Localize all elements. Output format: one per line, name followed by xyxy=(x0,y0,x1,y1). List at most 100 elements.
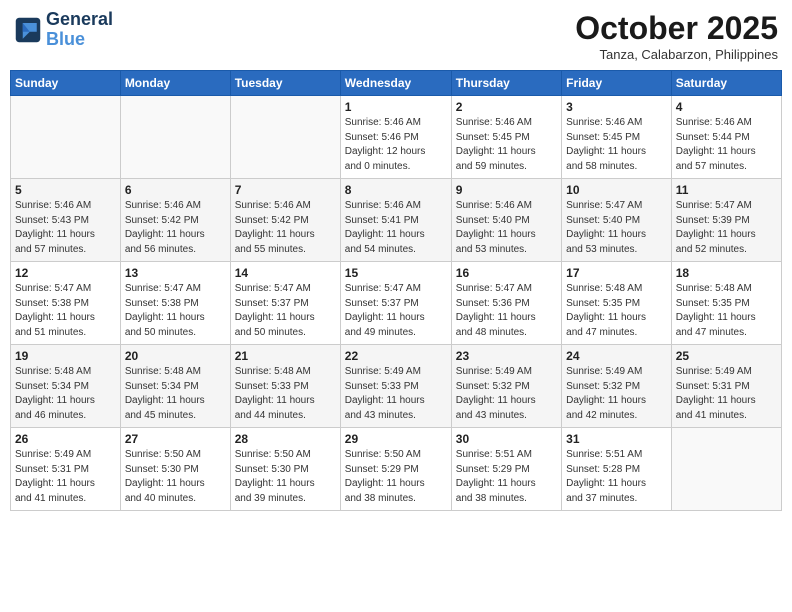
calendar-cell xyxy=(11,96,121,179)
day-number: 15 xyxy=(345,266,447,280)
day-number: 17 xyxy=(566,266,667,280)
day-info: Sunrise: 5:47 AMSunset: 5:37 PMDaylight:… xyxy=(345,282,447,340)
day-info: Sunrise: 5:50 AMSunset: 5:30 PMDaylight:… xyxy=(125,448,226,506)
weekday-header-wednesday: Wednesday xyxy=(340,71,451,96)
day-info: Sunrise: 5:46 AMSunset: 5:45 PMDaylight:… xyxy=(456,116,557,174)
calendar-cell: 13 Sunrise: 5:47 AMSunset: 5:38 PMDayligh… xyxy=(120,262,230,345)
day-info: Sunrise: 5:48 AMSunset: 5:33 PMDaylight:… xyxy=(235,365,336,423)
location: Tanza, Calabarzon, Philippines xyxy=(575,47,778,62)
calendar-cell: 27 Sunrise: 5:50 AMSunset: 5:30 PMDayligh… xyxy=(120,428,230,511)
calendar-cell: 22 Sunrise: 5:49 AMSunset: 5:33 PMDayligh… xyxy=(340,345,451,428)
calendar-cell: 9 Sunrise: 5:46 AMSunset: 5:40 PMDaylight… xyxy=(451,179,561,262)
day-info: Sunrise: 5:51 AMSunset: 5:29 PMDaylight:… xyxy=(456,448,557,506)
day-number: 25 xyxy=(676,349,777,363)
day-number: 1 xyxy=(345,100,447,114)
calendar-cell: 19 Sunrise: 5:48 AMSunset: 5:34 PMDayligh… xyxy=(11,345,121,428)
day-info: Sunrise: 5:46 AMSunset: 5:41 PMDaylight:… xyxy=(345,199,447,257)
logo: General Blue xyxy=(14,10,113,50)
calendar-cell: 30 Sunrise: 5:51 AMSunset: 5:29 PMDayligh… xyxy=(451,428,561,511)
calendar-cell: 26 Sunrise: 5:49 AMSunset: 5:31 PMDayligh… xyxy=(11,428,121,511)
weekday-header-friday: Friday xyxy=(562,71,672,96)
day-info: Sunrise: 5:46 AMSunset: 5:42 PMDaylight:… xyxy=(235,199,336,257)
week-row-3: 12 Sunrise: 5:47 AMSunset: 5:38 PMDayligh… xyxy=(11,262,782,345)
day-info: Sunrise: 5:49 AMSunset: 5:32 PMDaylight:… xyxy=(566,365,667,423)
calendar-cell: 18Sunrise: 5:48 AMSunset: 5:35 PMDayligh… xyxy=(671,262,781,345)
calendar-cell: 5Sunrise: 5:46 AMSunset: 5:43 PMDaylight… xyxy=(11,179,121,262)
calendar-cell: 20 Sunrise: 5:48 AMSunset: 5:34 PMDayligh… xyxy=(120,345,230,428)
day-number: 28 xyxy=(235,432,336,446)
day-number: 4 xyxy=(676,100,777,114)
calendar-cell: 12 Sunrise: 5:47 AMSunset: 5:38 PMDayligh… xyxy=(11,262,121,345)
calendar-cell xyxy=(671,428,781,511)
calendar-cell: 28 Sunrise: 5:50 AMSunset: 5:30 PMDayligh… xyxy=(230,428,340,511)
day-info: Sunrise: 5:49 AMSunset: 5:33 PMDaylight:… xyxy=(345,365,447,423)
weekday-header-thursday: Thursday xyxy=(451,71,561,96)
calendar-cell: 1 Sunrise: 5:46 AMSunset: 5:46 PMDaylight… xyxy=(340,96,451,179)
day-number: 27 xyxy=(125,432,226,446)
day-info: Sunrise: 5:51 AMSunset: 5:28 PMDaylight:… xyxy=(566,448,667,506)
day-info: Sunrise: 5:47 AMSunset: 5:36 PMDaylight:… xyxy=(456,282,557,340)
day-number: 26 xyxy=(15,432,116,446)
calendar-cell: 3 Sunrise: 5:46 AMSunset: 5:45 PMDaylight… xyxy=(562,96,672,179)
calendar-cell: 29 Sunrise: 5:50 AMSunset: 5:29 PMDayligh… xyxy=(340,428,451,511)
day-number: 7 xyxy=(235,183,336,197)
day-number: 14 xyxy=(235,266,336,280)
weekday-header-monday: Monday xyxy=(120,71,230,96)
day-info: Sunrise: 5:49 AMSunset: 5:31 PMDaylight:… xyxy=(15,448,116,506)
day-info: Sunrise: 5:46 AMSunset: 5:40 PMDaylight:… xyxy=(456,199,557,257)
calendar-cell: 23 Sunrise: 5:49 AMSunset: 5:32 PMDayligh… xyxy=(451,345,561,428)
day-number: 12 xyxy=(15,266,116,280)
weekday-header-sunday: Sunday xyxy=(11,71,121,96)
week-row-1: 1 Sunrise: 5:46 AMSunset: 5:46 PMDaylight… xyxy=(11,96,782,179)
day-info: Sunrise: 5:46 AMSunset: 5:46 PMDaylight:… xyxy=(345,116,447,174)
day-number: 20 xyxy=(125,349,226,363)
calendar-cell xyxy=(230,96,340,179)
day-number: 11 xyxy=(676,183,777,197)
day-info: Sunrise: 5:46 AMSunset: 5:44 PMDaylight:… xyxy=(676,116,777,174)
calendar-cell: 2Sunrise: 5:46 AMSunset: 5:45 PMDaylight… xyxy=(451,96,561,179)
day-number: 23 xyxy=(456,349,557,363)
calendar-cell: 4 Sunrise: 5:46 AMSunset: 5:44 PMDaylight… xyxy=(671,96,781,179)
calendar-cell: 11 Sunrise: 5:47 AMSunset: 5:39 PMDayligh… xyxy=(671,179,781,262)
day-number: 8 xyxy=(345,183,447,197)
day-info: Sunrise: 5:50 AMSunset: 5:29 PMDaylight:… xyxy=(345,448,447,506)
week-row-2: 5Sunrise: 5:46 AMSunset: 5:43 PMDaylight… xyxy=(11,179,782,262)
day-info: Sunrise: 5:48 AMSunset: 5:34 PMDaylight:… xyxy=(125,365,226,423)
day-info: Sunrise: 5:50 AMSunset: 5:30 PMDaylight:… xyxy=(235,448,336,506)
day-info: Sunrise: 5:46 AMSunset: 5:43 PMDaylight:… xyxy=(15,199,116,257)
day-info: Sunrise: 5:48 AMSunset: 5:34 PMDaylight:… xyxy=(15,365,116,423)
day-number: 18 xyxy=(676,266,777,280)
calendar-cell: 21 Sunrise: 5:48 AMSunset: 5:33 PMDayligh… xyxy=(230,345,340,428)
day-number: 31 xyxy=(566,432,667,446)
calendar-cell: 15 Sunrise: 5:47 AMSunset: 5:37 PMDayligh… xyxy=(340,262,451,345)
day-info: Sunrise: 5:49 AMSunset: 5:32 PMDaylight:… xyxy=(456,365,557,423)
logo-icon xyxy=(14,16,42,44)
calendar-cell: 25Sunrise: 5:49 AMSunset: 5:31 PMDayligh… xyxy=(671,345,781,428)
calendar-cell: 31 Sunrise: 5:51 AMSunset: 5:28 PMDayligh… xyxy=(562,428,672,511)
day-info: Sunrise: 5:47 AMSunset: 5:38 PMDaylight:… xyxy=(125,282,226,340)
day-number: 29 xyxy=(345,432,447,446)
calendar-cell: 8 Sunrise: 5:46 AMSunset: 5:41 PMDaylight… xyxy=(340,179,451,262)
day-info: Sunrise: 5:47 AMSunset: 5:37 PMDaylight:… xyxy=(235,282,336,340)
calendar-cell: 24Sunrise: 5:49 AMSunset: 5:32 PMDayligh… xyxy=(562,345,672,428)
day-info: Sunrise: 5:46 AMSunset: 5:42 PMDaylight:… xyxy=(125,199,226,257)
calendar-cell: 6Sunrise: 5:46 AMSunset: 5:42 PMDaylight… xyxy=(120,179,230,262)
calendar-cell xyxy=(120,96,230,179)
logo-text: General Blue xyxy=(46,10,113,50)
day-number: 22 xyxy=(345,349,447,363)
calendar-cell: 14 Sunrise: 5:47 AMSunset: 5:37 PMDayligh… xyxy=(230,262,340,345)
day-number: 21 xyxy=(235,349,336,363)
day-info: Sunrise: 5:46 AMSunset: 5:45 PMDaylight:… xyxy=(566,116,667,174)
day-info: Sunrise: 5:47 AMSunset: 5:39 PMDaylight:… xyxy=(676,199,777,257)
weekday-header-row: SundayMondayTuesdayWednesdayThursdayFrid… xyxy=(11,71,782,96)
calendar: SundayMondayTuesdayWednesdayThursdayFrid… xyxy=(10,70,782,511)
week-row-5: 26 Sunrise: 5:49 AMSunset: 5:31 PMDayligh… xyxy=(11,428,782,511)
day-number: 13 xyxy=(125,266,226,280)
day-info: Sunrise: 5:47 AMSunset: 5:38 PMDaylight:… xyxy=(15,282,116,340)
day-number: 19 xyxy=(15,349,116,363)
day-number: 16 xyxy=(456,266,557,280)
day-number: 9 xyxy=(456,183,557,197)
calendar-cell: 7 Sunrise: 5:46 AMSunset: 5:42 PMDaylight… xyxy=(230,179,340,262)
day-number: 30 xyxy=(456,432,557,446)
day-number: 3 xyxy=(566,100,667,114)
